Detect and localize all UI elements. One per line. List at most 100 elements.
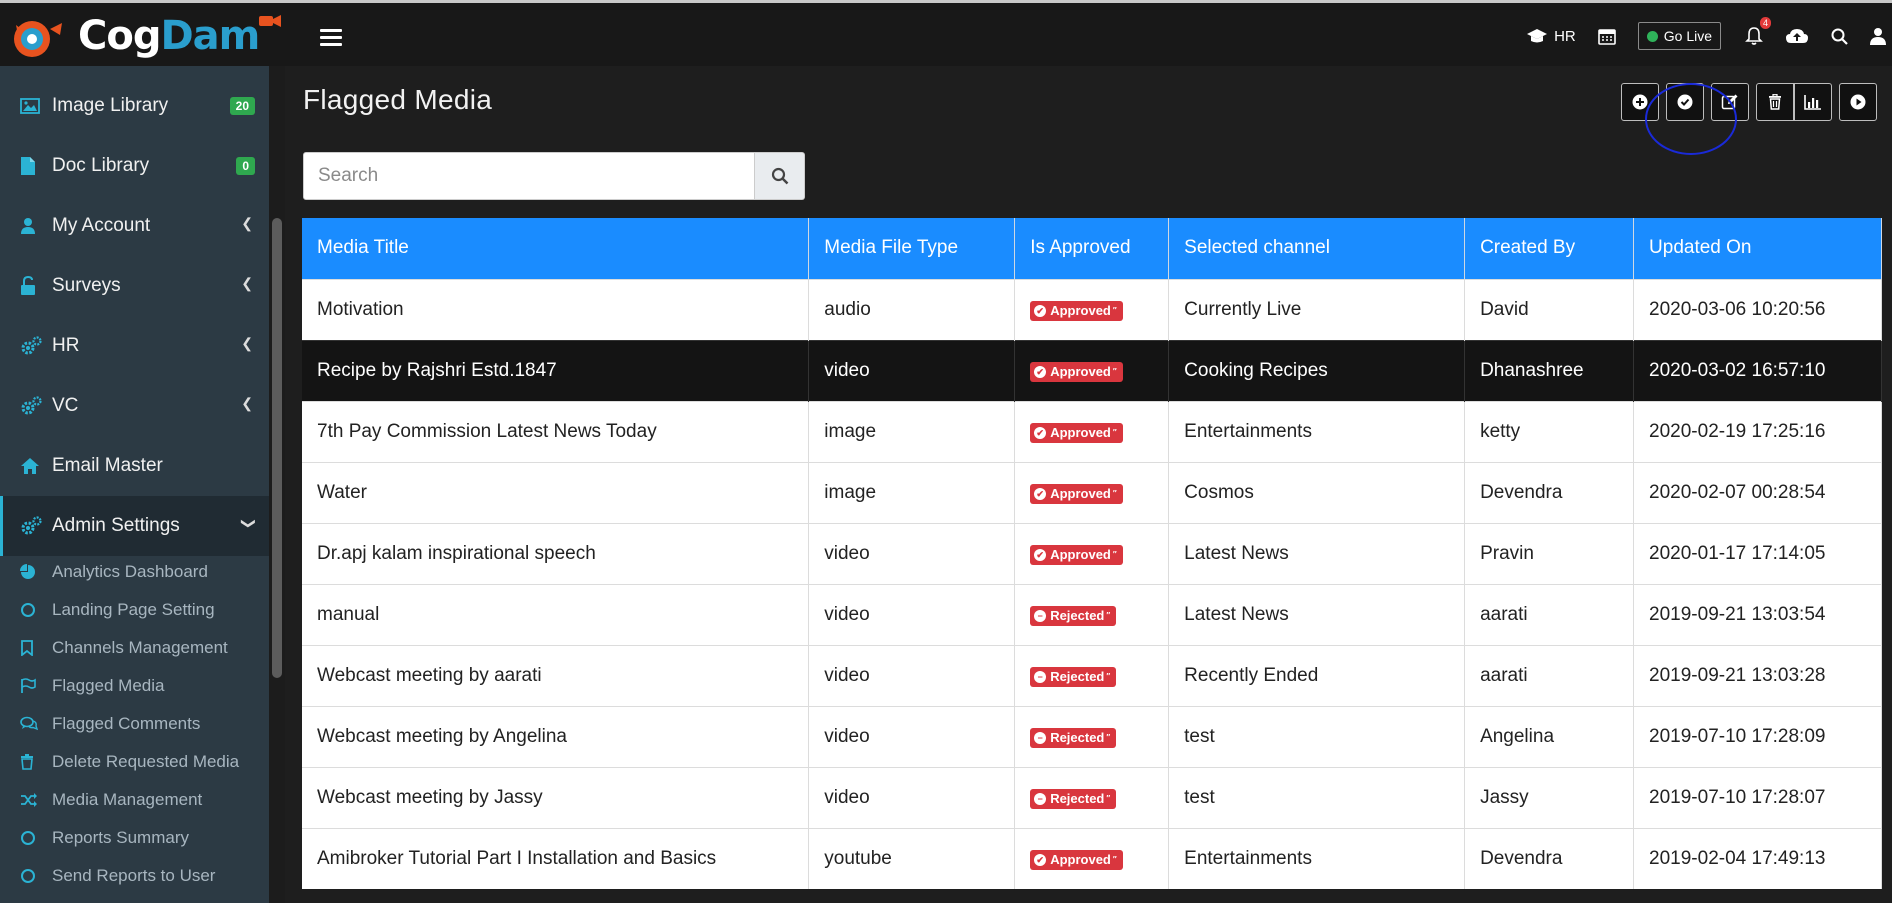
status-badge: ✔ Approved ″ [1030,484,1123,504]
sidebar-item-hr[interactable]: HR ❮ [0,316,269,376]
hamburger-menu-icon[interactable] [320,29,342,47]
table-row[interactable]: Dr.apj kalam inspirational speech video ✔ A… [302,522,1882,584]
home-icon [20,457,42,475]
search-bar [303,152,805,200]
shuffle-icon [20,793,42,807]
upload-button[interactable] [1785,27,1809,45]
minus-circle-icon: − [1034,732,1047,744]
top-bar-actions: HR Go Live 4 [1526,3,1892,69]
go-live-button[interactable]: Go Live [1637,22,1721,50]
table-row[interactable]: Recipe by Rajshri Estd.1847 video ✔ Approve… [302,339,1882,401]
user-icon [1870,28,1886,45]
status-badge: ✔ Approved ″ [1030,850,1123,871]
status-label: Rejected [1050,730,1105,745]
subitem-label: Send Reports to User [52,866,216,885]
minus-circle-icon: − [1034,793,1047,805]
sidebar-item-admin-settings[interactable]: Admin Settings ❮ [0,496,269,556]
subitem-landing-page-setting[interactable]: Landing Page Setting [0,591,269,629]
table-row[interactable]: 7th Pay Commission Latest News Today imag… [302,400,1882,462]
approve-button[interactable] [1666,83,1704,121]
cell-created-by: ketty [1464,400,1635,462]
notifications-button[interactable]: 4 [1745,17,1771,46]
status-badge: ✔ Approved ″ [1030,362,1123,382]
subitem-reports-summary[interactable]: Reports Summary [0,819,269,857]
cell-media-file-type: audio [808,278,1016,340]
action-toolbar [1614,83,1877,155]
column-header-is-approved[interactable]: Is Approved [1014,218,1170,279]
cell-updated-on: 2019-07-10 17:28:07 [1633,766,1882,828]
subitem-media-management[interactable]: Media Management [0,781,269,819]
column-header-created-by[interactable]: Created By [1464,218,1635,279]
table-row[interactable]: Motivation audio ✔ Approved ″ Currently Live D… [302,278,1882,340]
add-button[interactable] [1621,83,1659,121]
cell-selected-channel: Latest News [1168,583,1466,645]
status-marker: ″ [1112,367,1117,376]
delete-button[interactable] [1756,83,1794,121]
cell-media-file-type: image [808,461,1016,523]
image-icon [20,98,42,114]
status-marker: ″ [1106,733,1111,742]
doc-count-badge: 0 [236,157,255,175]
status-label: Approved [1050,486,1111,501]
play-button[interactable] [1839,83,1877,121]
sidebar-item-email-master[interactable]: Email Master [0,436,269,496]
column-header-media-file-type[interactable]: Media File Type [808,218,1016,279]
cell-is-approved: − Rejected ″ [1014,705,1170,767]
edit-button[interactable] [1711,83,1749,121]
sidebar-item-doc-library[interactable]: Doc Library 0 [0,136,269,196]
subitem-channels-management[interactable]: Channels Management [0,629,269,667]
cell-created-by: Angelina [1464,705,1635,767]
cell-media-title: 7th Pay Commission Latest News Today [302,400,810,462]
sidebar-scrollbar[interactable] [269,66,285,903]
cell-is-approved: ✔ Approved ″ [1014,339,1170,401]
status-badge: − Rejected ″ [1030,667,1117,687]
table-row[interactable]: Webcast meeting by aarati video − Rejected ″… [302,644,1882,706]
column-header-selected-channel[interactable]: Selected channel [1168,218,1466,279]
subitem-delete-requested-media[interactable]: Delete Requested Media [0,743,269,781]
stats-button[interactable] [1794,83,1832,121]
status-badge: − Rejected ″ [1030,789,1117,809]
cell-media-file-type: image [808,400,1016,462]
chevron-left-icon: ❮ [241,335,253,351]
subitem-label: Flagged Comments [52,714,201,733]
user-menu-button[interactable] [1870,27,1886,45]
table-header-row: Media Title Media File Type Is Approved … [302,218,1882,279]
sidebar-item-vc[interactable]: VC ❮ [0,376,269,436]
check-circle-icon: ✔ [1034,549,1047,561]
edit-icon [1721,94,1738,110]
table-row[interactable]: Webcast meeting by Jassy video − Rejected ″ t… [302,766,1882,828]
status-label: Rejected [1050,669,1105,684]
sidebar-item-image-library[interactable]: Image Library 20 [0,76,269,136]
subitem-flagged-comments[interactable]: Flagged Comments [0,705,269,743]
main-content: Flagged Media Media Title [285,66,1892,903]
cell-created-by: Jassy [1464,766,1635,828]
search-submit-button[interactable] [755,152,805,200]
calendar-button[interactable] [1597,27,1616,45]
sidebar-item-my-account[interactable]: My Account ❮ [0,196,269,256]
column-header-updated-on[interactable]: Updated On [1633,218,1882,279]
search-toggle-button[interactable] [1831,28,1848,45]
table-row[interactable]: Webcast meeting by Angelina video − Rejecte… [302,705,1882,767]
cell-media-file-type: video [808,522,1016,584]
column-header-media-title[interactable]: Media Title [302,218,810,279]
table-row[interactable]: Water image ✔ Approved ″ Cosmos Devendra 2020-0… [302,461,1882,523]
cell-updated-on: 2020-02-19 17:25:16 [1633,400,1882,462]
hr-link[interactable]: HR [1526,27,1576,45]
search-input[interactable] [303,152,755,200]
sidebar-item-surveys[interactable]: Surveys ❮ [0,256,269,316]
status-marker: ″ [1112,489,1117,498]
cell-created-by: Pravin [1464,522,1635,584]
logo-text: CogDam [78,16,260,56]
logo[interactable]: CogDam [10,9,283,63]
scrollbar-thumb[interactable] [272,218,282,678]
status-badge: − Rejected ″ [1030,728,1117,748]
cell-is-approved: − Rejected ″ [1014,583,1170,645]
subitem-flagged-media[interactable]: Flagged Media [0,667,269,705]
table-row[interactable]: manual video − Rejected ″ Latest News aarati 20… [302,583,1882,645]
table-row[interactable]: Amibroker Tutorial Part I Installation a… [302,827,1882,889]
cell-selected-channel: test [1168,766,1466,828]
subitem-label: Analytics Dashboard [52,562,208,581]
subitem-send-reports-to-user[interactable]: Send Reports to User [0,857,269,895]
status-label: Approved [1050,547,1111,562]
subitem-analytics-dashboard[interactable]: Analytics Dashboard [0,553,269,591]
